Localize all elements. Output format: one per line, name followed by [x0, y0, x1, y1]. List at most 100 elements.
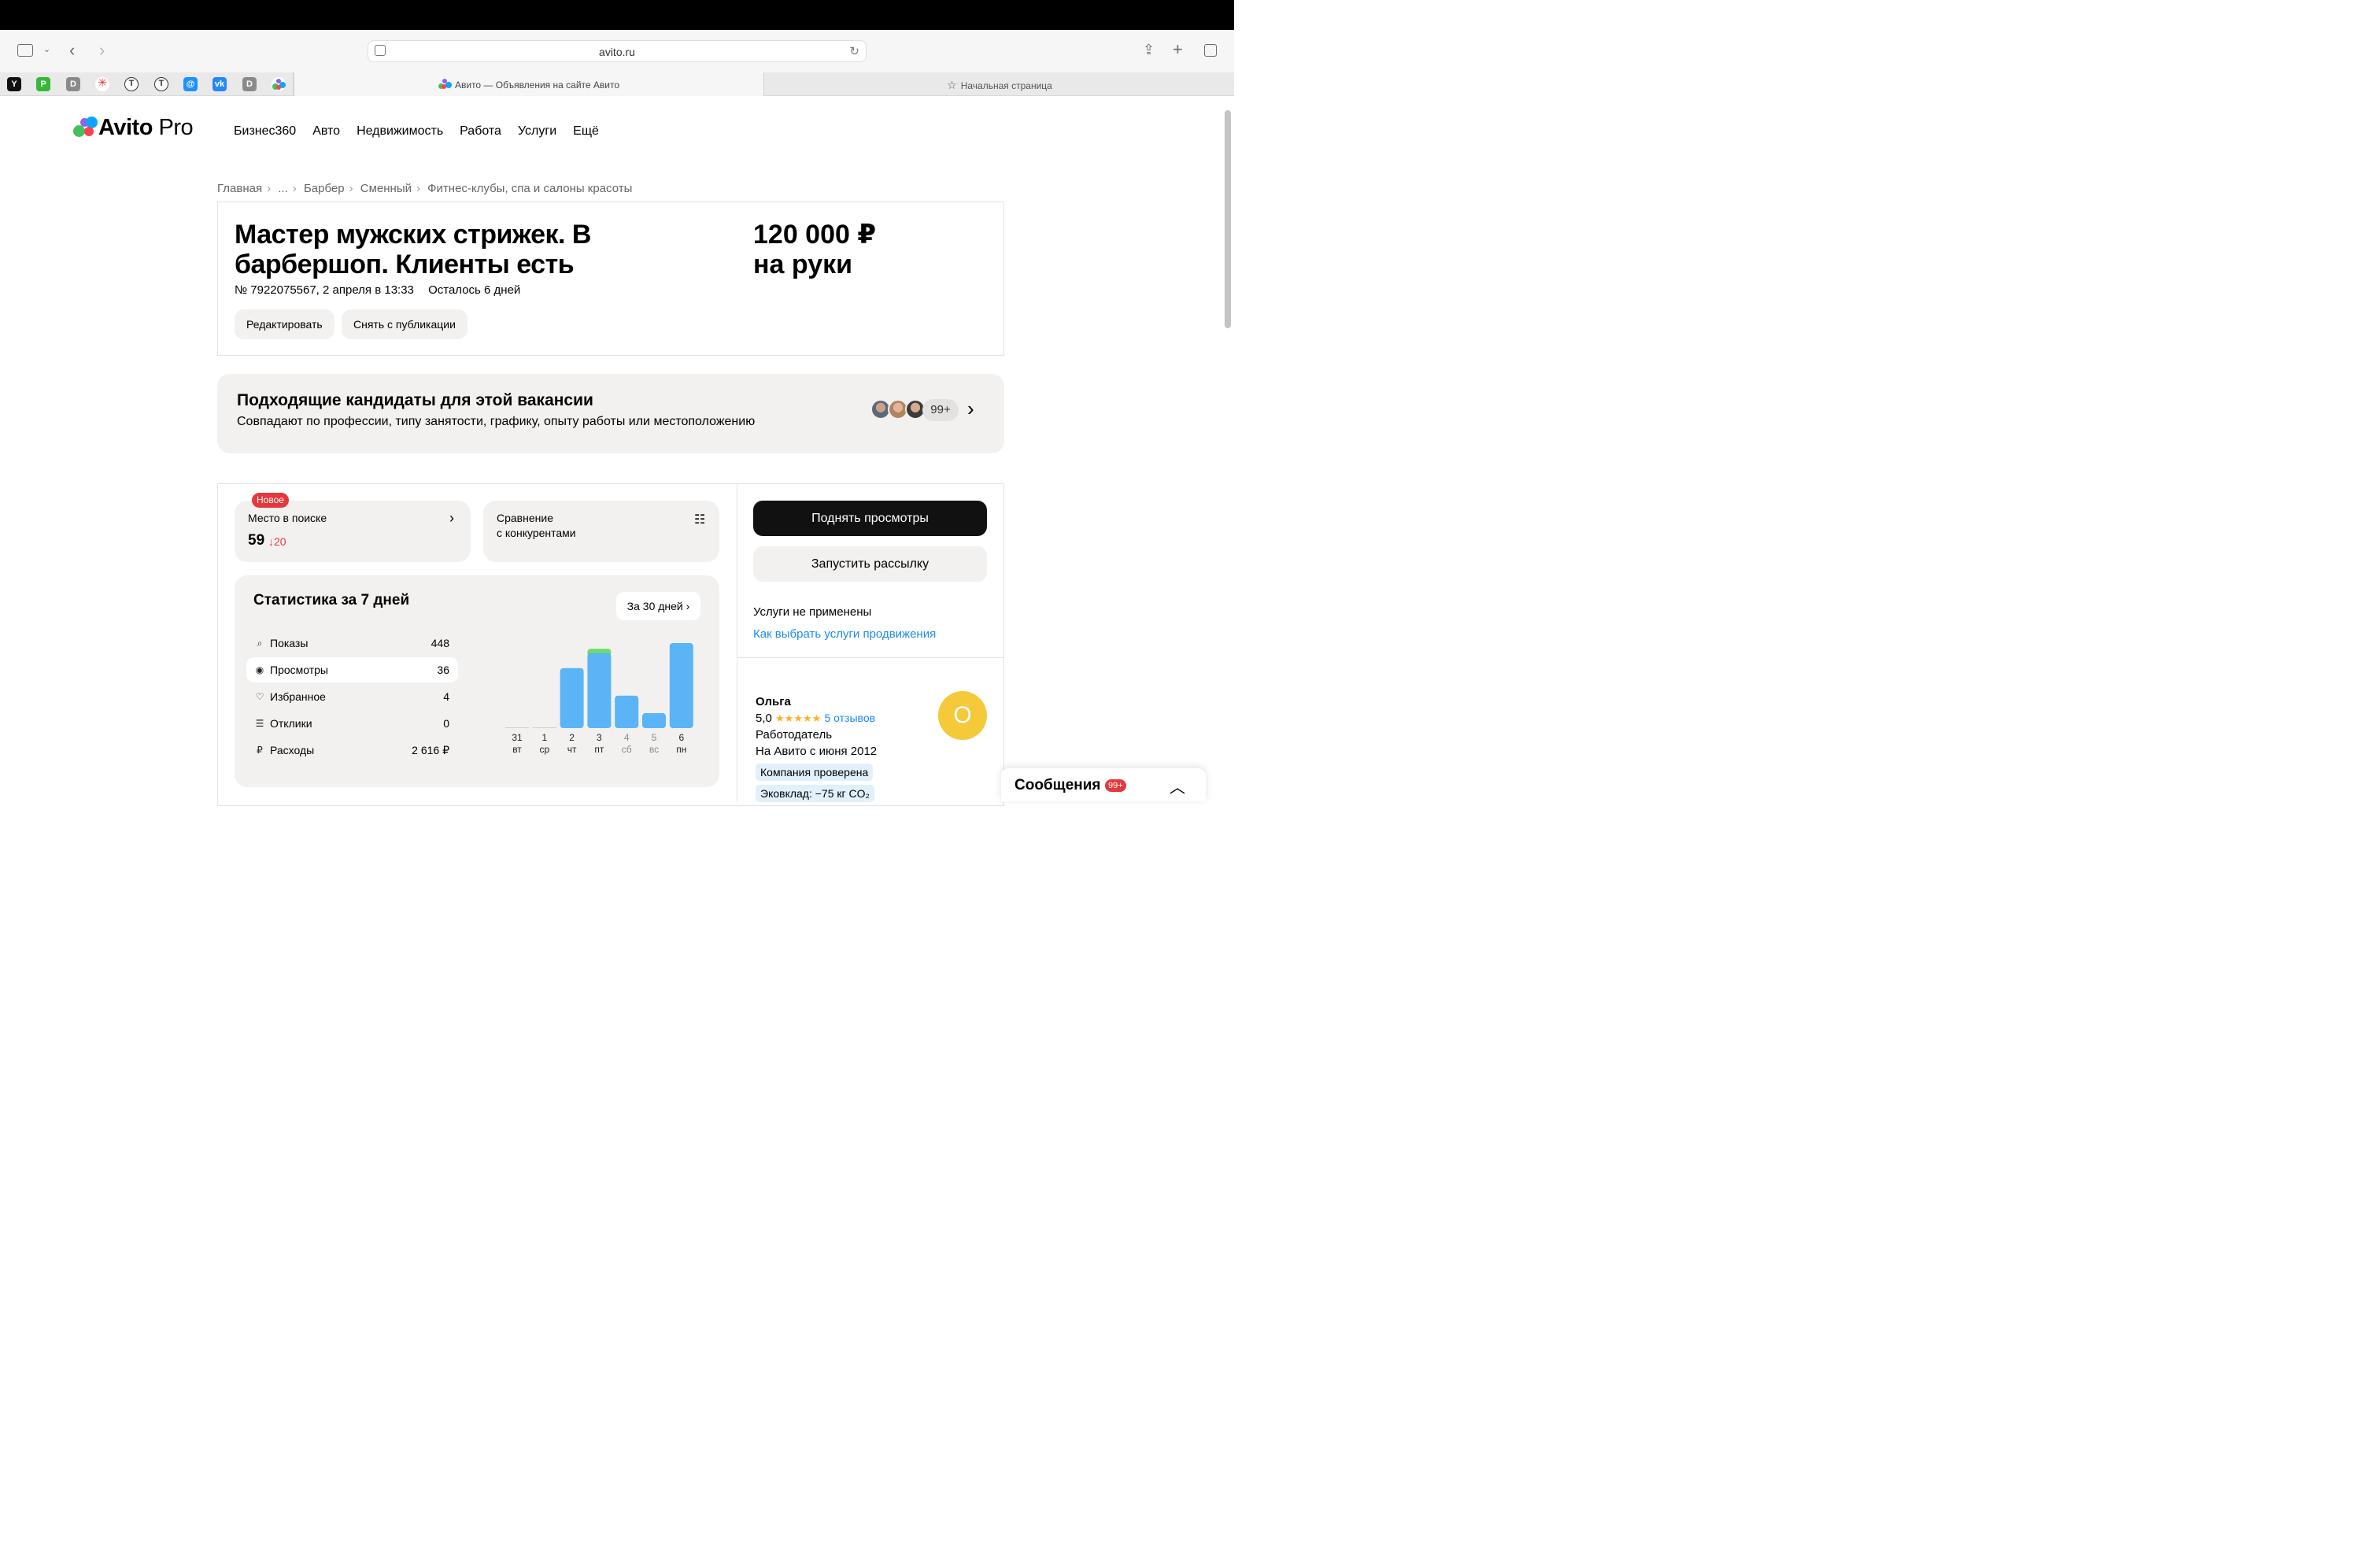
nav-jobs[interactable]: Работа [460, 124, 501, 139]
listing-id-date: № 7922075567, 2 апреля в 13:33 [235, 283, 414, 297]
favorite-vk-icon[interactable]: vk [213, 77, 227, 91]
stat-value: 36 [437, 664, 449, 676]
ruble-icon: ₽ [257, 745, 263, 756]
favorite-p-icon[interactable]: P [36, 77, 50, 91]
avito-favicon-icon [438, 79, 452, 90]
search-icon: ⌕ [257, 638, 263, 649]
chart-bar-empty [532, 727, 556, 728]
stat-row-views[interactable]: ◉ Просмотры 36 [246, 657, 458, 682]
chart-bar-empty [505, 727, 529, 728]
favorite-d2-icon[interactable]: D [242, 77, 257, 91]
raise-views-button[interactable]: Поднять просмотры [753, 501, 987, 536]
how-to-choose-link[interactable]: Как выбрать услуги продвижения [753, 627, 936, 641]
seller-rating-row: 5,0 ★★★★★ 5 отзывов [756, 712, 875, 725]
chart-bar[interactable] [642, 712, 666, 728]
edit-button[interactable]: Редактировать [235, 309, 334, 339]
chart-bar[interactable] [560, 668, 584, 728]
nav-realty[interactable]: Недвижимость [357, 124, 443, 139]
chart-day-label: 1 [541, 732, 547, 743]
chart-weekday-label: вс [649, 744, 659, 755]
favorite-t2-icon[interactable]: T [154, 77, 168, 91]
chart-day-label: 2 [569, 732, 575, 743]
breadcrumb-shift[interactable]: Сменный [360, 182, 412, 195]
chart-day-label: 5 [652, 732, 657, 743]
scrollbar[interactable] [1225, 110, 1231, 328]
listing-card: Мастер мужских стрижек. В барбершоп. Кли… [217, 202, 1004, 356]
messages-badge: 99+ [1105, 779, 1126, 792]
seller-name[interactable]: Ольга [756, 695, 791, 708]
stat-value: 2 616 ₽ [412, 744, 449, 756]
logo-dot-green [73, 125, 85, 137]
verified-chip[interactable]: Компания проверена [756, 764, 874, 781]
chart-bar[interactable] [669, 643, 693, 728]
tab-overview-icon[interactable] [1204, 44, 1217, 57]
unpublish-button[interactable]: Снять с публикации [342, 309, 468, 339]
eye-icon: ◉ [255, 664, 264, 675]
eco-chip[interactable]: Эковклад: −75 кг CO₂ [756, 785, 874, 802]
nav-business360[interactable]: Бизнес360 [234, 124, 296, 139]
price-note: на руки [753, 250, 853, 279]
chevron-right-icon[interactable]: › [967, 398, 974, 419]
stat-label: Отклики [270, 717, 312, 730]
stat-row-favorites[interactable]: ♡ Избранное 4 [246, 684, 458, 709]
seller-reviews-link[interactable]: 5 отзывов [824, 712, 875, 724]
address-bar[interactable]: avito.ru ↻ [368, 40, 867, 62]
chevron-right-icon[interactable]: › [449, 510, 454, 527]
stat-value: 0 [443, 717, 449, 730]
forward-icon[interactable]: › [99, 42, 105, 59]
back-icon[interactable]: ‹ [69, 42, 75, 59]
stat-row-impressions[interactable]: ⌕ Показы 448 [246, 631, 458, 656]
messages-widget[interactable]: Сообщения 99+ ︿ [1001, 768, 1206, 801]
top-menu-bar [0, 0, 1234, 30]
nav-auto[interactable]: Авто [312, 124, 340, 139]
tab-start-page-title: Начальная страница [960, 80, 1052, 91]
breadcrumb-home[interactable]: Главная [217, 182, 262, 195]
favorite-avito-icon[interactable] [272, 77, 286, 91]
compare-list-icon: ☷ [694, 513, 706, 527]
period-30-days-button[interactable]: За 30 дней › [616, 592, 700, 620]
start-mailing-button[interactable]: Запустить рассылку [753, 546, 987, 582]
chart-bar[interactable] [587, 653, 612, 728]
breadcrumb-barber[interactable]: Барбер [304, 182, 345, 195]
row-divider [737, 657, 1004, 658]
reload-icon[interactable]: ↻ [849, 44, 859, 58]
candidates-heading: Подходящие кандидаты для этой вакансии [237, 391, 593, 409]
breadcrumb: Главная › ... › Барбер › Сменный › Фитнес-кл… [217, 182, 633, 195]
compare-line1: Сравнение [497, 512, 553, 524]
tab-start-page[interactable]: ☆ Начальная страница [765, 72, 1234, 96]
compare-line2: с конкурентами [497, 527, 576, 539]
stat-label: Просмотры [270, 664, 328, 676]
star-icon: ☆ [947, 79, 957, 91]
favorite-flower-icon[interactable]: ✳ [95, 77, 109, 91]
share-icon[interactable]: ⇪ [1143, 43, 1155, 57]
nav-services[interactable]: Услуги [518, 124, 556, 139]
favorite-mail-icon[interactable]: @ [183, 77, 198, 91]
stat-row-responses[interactable]: ☰ Отклики 0 [246, 711, 458, 736]
favorite-t1-icon[interactable]: T [124, 77, 139, 91]
listing-title: Мастер мужских стрижек. В барбершоп. Кли… [235, 220, 591, 279]
new-tab-icon[interactable]: + [1173, 41, 1183, 58]
stat-row-expenses[interactable]: ₽ Расходы 2 616 ₽ [246, 738, 458, 763]
breadcrumb-ellipsis[interactable]: ... [278, 182, 288, 195]
chart-bar[interactable] [615, 695, 639, 728]
candidates-banner[interactable]: Подходящие кандидаты для этой вакансии С… [217, 374, 1004, 453]
messages-title: Сообщения [1014, 777, 1101, 793]
chart-day-label: 31 [512, 732, 523, 743]
seller-since: На Авито с июня 2012 [756, 745, 878, 758]
favorite-y-icon[interactable]: Y [7, 77, 21, 91]
logo-pro: Pro [158, 115, 194, 140]
seller-rating: 5,0 [756, 712, 772, 725]
sidebar-toggle-icon[interactable] [17, 44, 33, 57]
search-position-delta: ↓20 [268, 535, 286, 548]
listing-price: 120 000 ₽ на руки [753, 220, 876, 279]
breadcrumb-category[interactable]: Фитнес-клубы, спа и салоны красоты [427, 182, 632, 195]
views-chart-svg: 31вт 1ср 2чт 3пт 4сб 5вс 6пн [505, 643, 693, 755]
favorite-d1-icon[interactable]: D [66, 77, 80, 91]
new-badge: Новое [252, 493, 289, 508]
tab-avito[interactable]: Авито — Объявления на сайте Авито [294, 72, 764, 96]
nav-more[interactable]: Ещё [573, 124, 599, 139]
chevron-down-icon[interactable]: ⌄ [43, 46, 50, 54]
search-position-tile[interactable] [235, 501, 471, 562]
chevron-up-icon[interactable]: ︿ [1170, 775, 1185, 797]
seller-avatar[interactable]: О [938, 691, 987, 740]
